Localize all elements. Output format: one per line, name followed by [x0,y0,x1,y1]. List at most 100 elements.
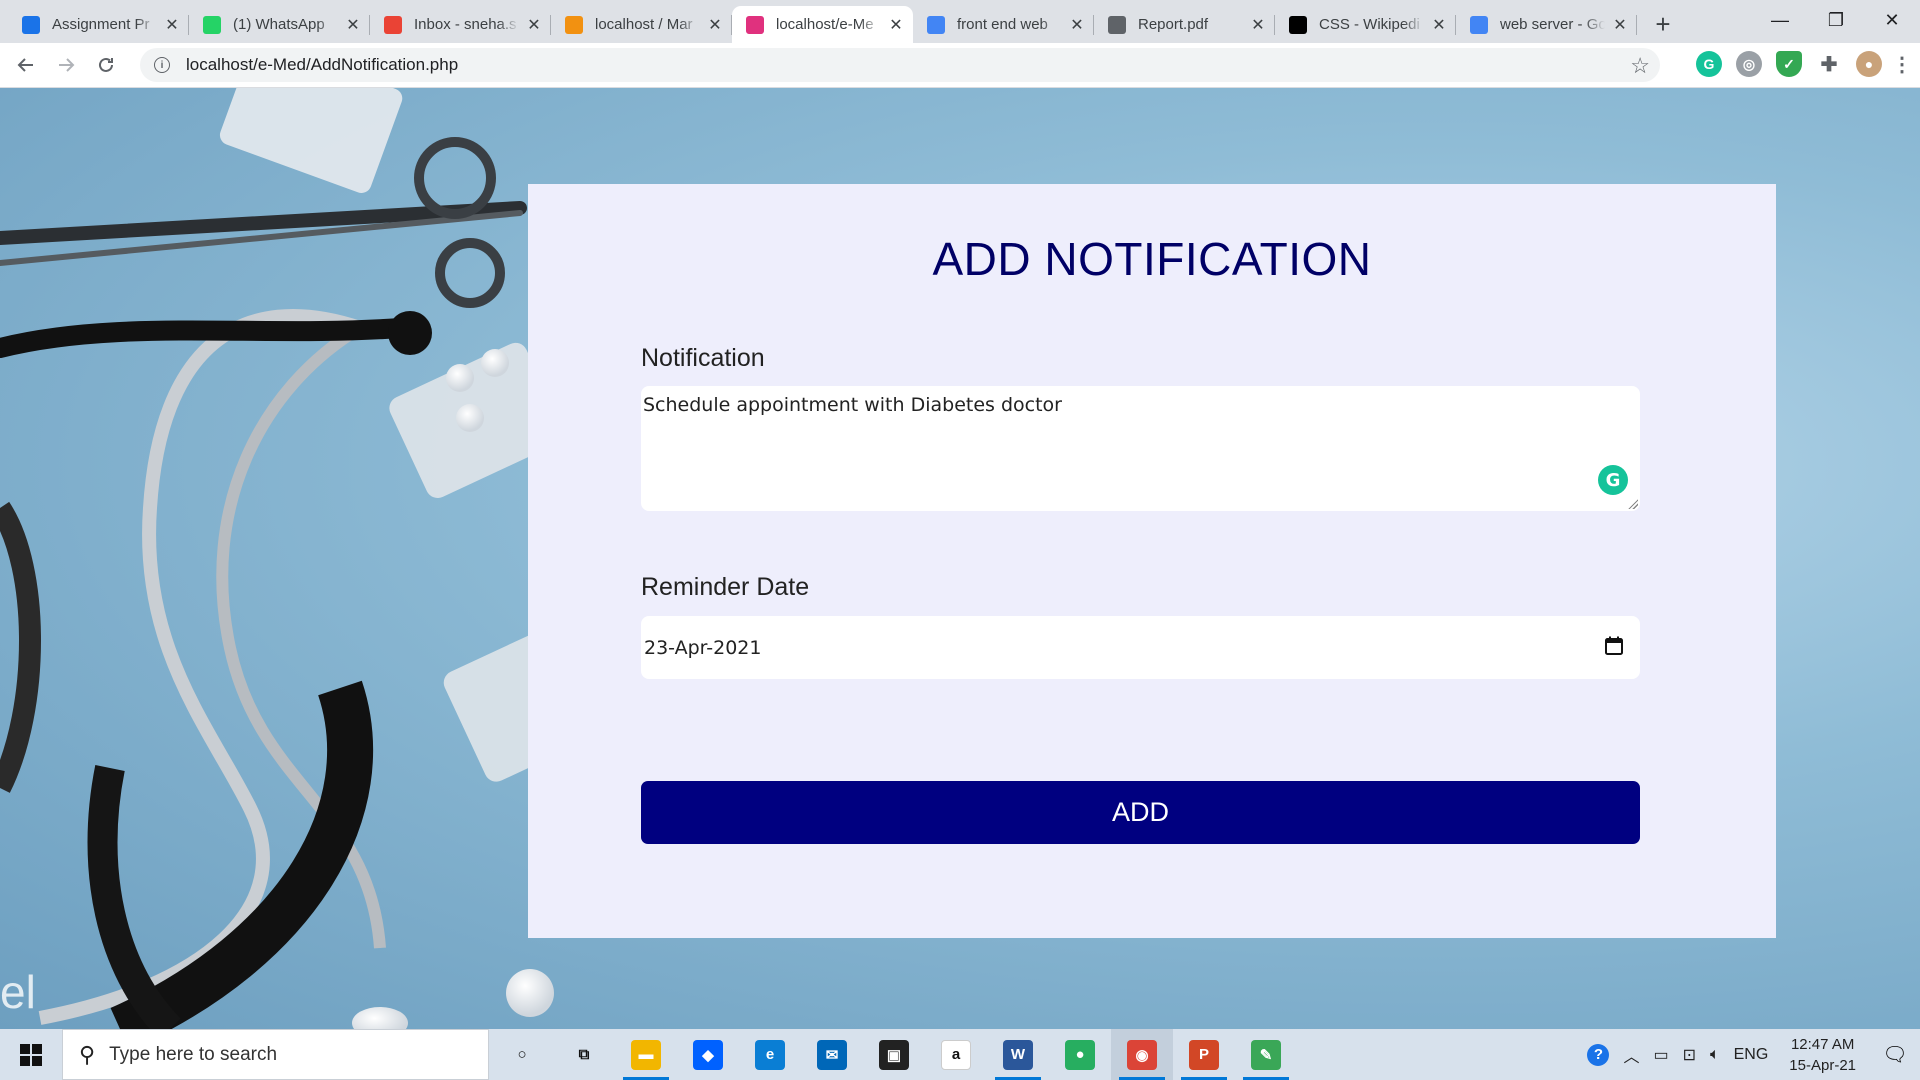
google-icon [1470,15,1488,34]
powerpoint-taskbar-button[interactable]: P [1173,1029,1235,1080]
browser-menu-icon[interactable]: ⋮ [1892,51,1912,77]
search-icon: ⚲ [79,1041,96,1067]
calendar-icon[interactable] [1604,636,1624,656]
grammarly-extension-icon[interactable]: G [1696,51,1722,77]
browser-tab[interactable]: CSS - Wikipedi ✕ [1275,6,1456,43]
page-title: ADD NOTIFICATION [932,233,1372,285]
tab-close-icon[interactable]: ✕ [525,16,543,34]
emed-icon [746,15,764,34]
phpmyadmin-icon [565,15,583,34]
browser-tab[interactable]: web server - Go ✕ [1456,6,1637,43]
maps-taskbar-button[interactable]: ● [1049,1029,1111,1080]
whatsapp-icon [203,15,221,34]
chrome-taskbar-button[interactable]: ◉ [1111,1029,1173,1080]
tab-list: Assignment Pr ✕ (1) WhatsApp ✕ Inbox - sneha… [0,6,1637,43]
reminder-date-label: Reminder Date [641,573,810,601]
forward-button[interactable] [46,45,86,85]
shield-extension-icon[interactable]: ✓ [1776,51,1802,77]
browser-tab[interactable]: localhost / Mar ✕ [551,6,732,43]
help-icon[interactable]: ? [1580,1043,1616,1066]
network-icon[interactable]: ⊡ [1676,1045,1703,1065]
site-info-icon[interactable]: i [154,57,170,73]
bookmark-star-icon[interactable]: ☆ [1630,53,1650,79]
dropbox-icon: ◆ [693,1039,723,1070]
classroom-icon [22,15,40,34]
task-view-taskbar-button[interactable]: ⧉ [553,1029,615,1080]
store-taskbar-button[interactable]: ▣ [863,1029,925,1080]
show-hidden-icons-icon[interactable]: ︿ [1616,1043,1646,1067]
clock-date: 15-Apr-21 [1789,1056,1856,1074]
restore-button[interactable]: ❐ [1808,0,1864,40]
profile-avatar[interactable]: ● [1856,51,1882,77]
system-tray: ? ︿ ▭ ⊡ 🔈︎ ENG 12:47 AM 15-Apr-21 🗨︎ [1580,1029,1920,1080]
language-indicator[interactable]: ENG [1727,1046,1776,1064]
mail-taskbar-button[interactable]: ✉ [801,1029,863,1080]
notification-text: Schedule appointment with Diabetes docto… [643,394,1062,416]
battery-icon[interactable]: ▭ [1646,1045,1675,1065]
notification-label: Notification [641,344,765,372]
tab-close-icon[interactable]: ✕ [1249,16,1267,34]
tab-title: Inbox - sneha.s [414,16,517,33]
clock[interactable]: 12:47 AM 15-Apr-21 [1775,1034,1870,1076]
resize-handle-icon[interactable] [1628,499,1638,509]
dropbox-taskbar-button[interactable]: ◆ [677,1029,739,1080]
word-taskbar-button[interactable]: W [987,1029,1049,1080]
add-notification-form: ADD NOTIFICATION Notification Schedule a… [528,184,1776,938]
action-center-icon[interactable]: 🗨︎ [1870,1042,1920,1067]
tab-close-icon[interactable]: ✕ [887,16,905,34]
minimize-button[interactable]: — [1752,0,1808,40]
windows-logo-icon [20,1043,42,1066]
notification-textarea[interactable]: Schedule appointment with Diabetes docto… [641,386,1640,511]
address-bar[interactable]: i localhost/e-Med/AddNotification.php ☆ [140,48,1660,82]
wikipedia-icon [1289,15,1307,34]
maps-icon: ● [1065,1039,1095,1070]
browser-tab[interactable]: Report.pdf ✕ [1094,6,1275,43]
tab-title: Assignment Pr [52,16,150,33]
new-tab-button[interactable]: + [1643,6,1683,43]
add-button[interactable]: ADD [641,781,1640,844]
file-explorer-icon: ▬ [631,1039,661,1070]
gmail-icon [384,15,402,34]
tab-title: Report.pdf [1138,16,1209,33]
paint-icon: ✎ [1251,1039,1281,1070]
file-explorer-taskbar-button[interactable]: ▬ [615,1029,677,1080]
tab-title: web server - Go [1500,16,1605,33]
browser-tab[interactable]: (1) WhatsApp ✕ [189,6,370,43]
browser-tab[interactable]: front end web ✕ [913,6,1094,43]
extensions-puzzle-icon[interactable]: ✚ [1816,51,1842,77]
grammarly-icon[interactable]: G [1598,465,1628,495]
tab-close-icon[interactable]: ✕ [706,16,724,34]
amazon-taskbar-button[interactable]: a [925,1029,987,1080]
mail-icon: ✉ [817,1039,847,1070]
chrome-icon: ◉ [1127,1039,1157,1070]
volume-icon[interactable]: 🔈︎ [1703,1046,1727,1064]
tab-close-icon[interactable]: ✕ [163,16,181,34]
edge-taskbar-button[interactable]: e [739,1029,801,1080]
back-button[interactable] [6,45,46,85]
tab-close-icon[interactable]: ✕ [344,16,362,34]
store-icon: ▣ [879,1039,909,1070]
close-window-button[interactable]: ✕ [1864,0,1920,40]
task-view-icon: ⧉ [578,1046,590,1063]
browser-tab[interactable]: Assignment Pr ✕ [8,6,189,43]
cortana-taskbar-button[interactable]: ○ [491,1029,553,1080]
tab-close-icon[interactable]: ✕ [1068,16,1086,34]
reload-button[interactable] [86,45,126,85]
browser-toolbar: i localhost/e-Med/AddNotification.php ☆ … [0,43,1920,88]
browser-tab[interactable]: localhost/e-Me ✕ [732,6,913,43]
reminder-date-value: 23-Apr-2021 [644,636,762,659]
search-placeholder: Type here to search [109,1043,278,1065]
extension-circle-icon[interactable]: ◎ [1736,51,1762,77]
cortana-icon: ○ [517,1046,527,1063]
tab-title: front end web [957,16,1048,33]
url-text: localhost/e-Med/AddNotification.php [186,55,459,74]
taskbar-search-box[interactable]: ⚲ Type here to search [62,1029,489,1080]
tab-close-icon[interactable]: ✕ [1611,16,1629,34]
tab-close-icon[interactable]: ✕ [1430,16,1448,34]
reminder-date-input[interactable]: 23-Apr-2021 [641,616,1640,679]
browser-tab[interactable]: Inbox - sneha.s ✕ [370,6,551,43]
back-arrow-icon [17,58,33,72]
start-button[interactable] [0,1029,62,1080]
word-icon: W [1003,1039,1033,1070]
paint-taskbar-button[interactable]: ✎ [1235,1029,1297,1080]
